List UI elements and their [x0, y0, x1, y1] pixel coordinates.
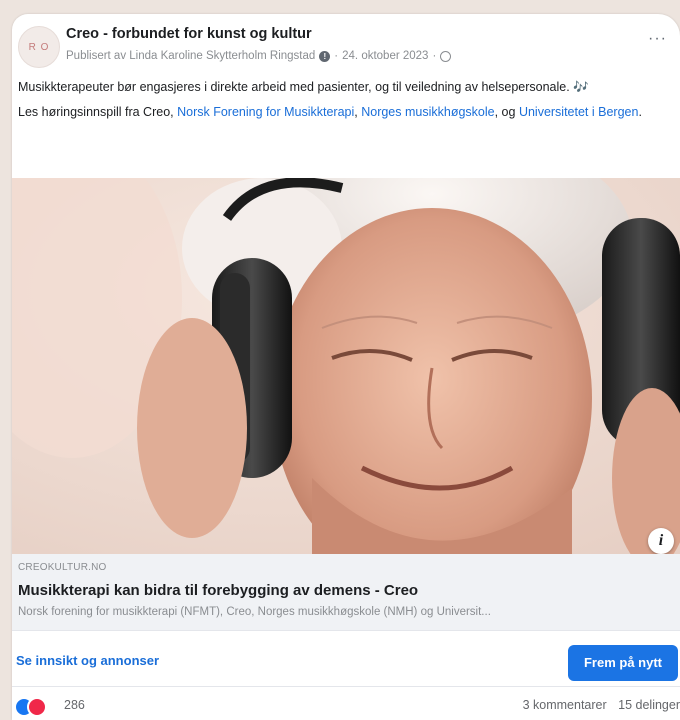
info-icon[interactable]: i	[648, 528, 674, 554]
engagement-counts: 3 kommentarer 15 delinger	[523, 698, 680, 712]
more-icon[interactable]: ···	[648, 30, 667, 48]
text-separator: , og	[494, 105, 519, 119]
love-reaction-icon[interactable]	[27, 697, 47, 717]
page-avatar[interactable]: R O	[18, 26, 60, 68]
post-date[interactable]: 24. oktober 2023	[342, 50, 428, 62]
share-count[interactable]: 15 delinger	[618, 698, 680, 712]
post-text-line: Les høringsinnspill fra Creo, Norsk Fore…	[18, 103, 668, 122]
post-card: R O Creo - forbundet for kunst og kultur…	[12, 14, 680, 720]
engagement-stats: 286 3 kommentarer 15 delinger	[12, 686, 680, 720]
post-image[interactable]: i	[12, 178, 680, 554]
preview-description: Norsk forening for musikkterapi (NFMT), …	[18, 606, 491, 618]
text-prefix: Les høringsinnspill fra Creo,	[18, 105, 178, 119]
woman-headphones-photo	[12, 178, 680, 554]
preview-title[interactable]: Musikkterapi kan bidra til forebygging a…	[18, 582, 418, 599]
preview-domain: CREOKULTUR.NO	[18, 562, 107, 573]
post-meta: Publisert av Linda Karoline Skytterholm …	[66, 50, 452, 62]
comment-count[interactable]: 3 kommentarer	[523, 698, 607, 712]
link-uib[interactable]: Universitetet i Bergen	[519, 105, 639, 119]
link-preview[interactable]: CREOKULTUR.NO Musikkterapi kan bidra til…	[12, 554, 680, 630]
action-bar: Se innsikt og annonser Frem på nytt	[12, 630, 680, 687]
insights-link[interactable]: Se innsikt og annonser	[16, 653, 159, 668]
page-name-link[interactable]: Creo - forbundet for kunst og kultur	[66, 26, 312, 42]
meta-separator: ·	[334, 50, 339, 62]
text-suffix: .	[638, 105, 642, 119]
post-header: R O Creo - forbundet for kunst og kultur…	[12, 14, 680, 74]
link-nfmt[interactable]: Norsk Forening for Musikkterapi	[177, 105, 354, 119]
meta-separator: ·	[432, 50, 437, 62]
privacy-icon[interactable]: !	[319, 50, 331, 62]
boost-button[interactable]: Frem på nytt	[568, 645, 678, 681]
post-text: Musikkterapeuter bør engasjeres i direkt…	[18, 78, 668, 128]
post-text-line: Musikkterapeuter bør engasjeres i direkt…	[18, 80, 589, 94]
published-by: Publisert av Linda Karoline Skytterholm …	[66, 50, 316, 62]
globe-icon	[440, 50, 452, 62]
link-nmh[interactable]: Norges musikkhøgskole	[361, 105, 494, 119]
reaction-count[interactable]: 286	[64, 698, 85, 712]
